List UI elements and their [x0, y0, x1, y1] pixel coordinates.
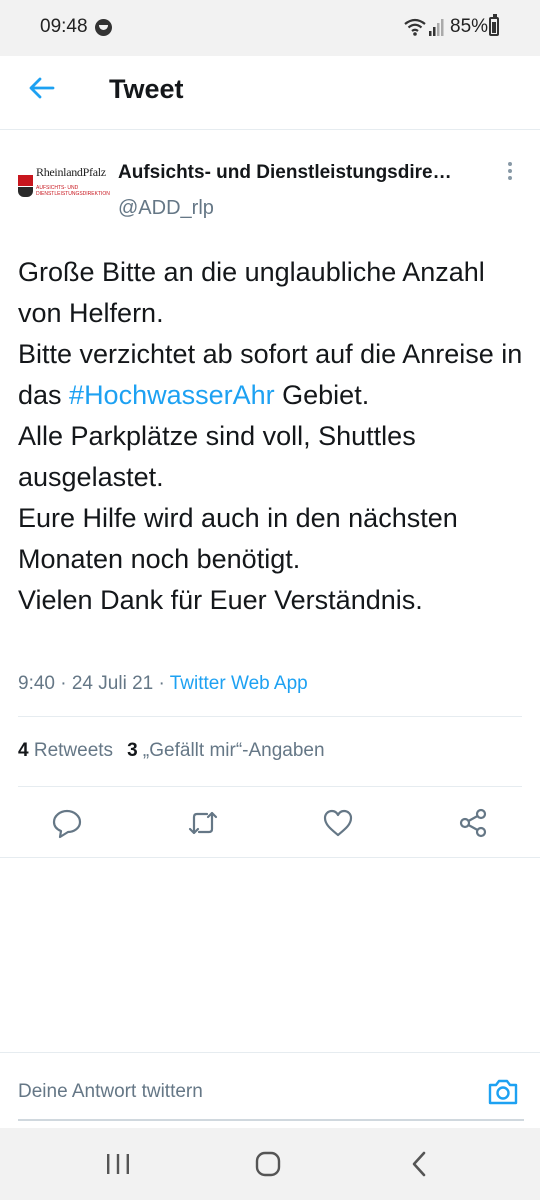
back-arrow-icon[interactable] [26, 72, 58, 104]
camera-icon[interactable] [486, 1075, 520, 1109]
avatar[interactable]: RheinlandPfalz AUFSICHTS- UND DIENSTLEIS… [18, 162, 110, 210]
tweet-line: Vielen Dank für Euer Verständnis. [18, 585, 423, 615]
more-options-icon[interactable] [504, 162, 516, 184]
retweet-icon[interactable] [187, 807, 219, 839]
battery-level: 85% [450, 16, 489, 37]
tweet-source-link[interactable]: Twitter Web App [170, 673, 308, 694]
reply-composer: Deine Antwort twittern [0, 1052, 540, 1128]
tweet-line-part: Gebiet. [274, 380, 370, 410]
heart-icon[interactable] [322, 807, 354, 839]
tweet-text: Große Bitte an die unglaubliche Anzahl v… [18, 252, 528, 621]
retweet-label: Retweets [33, 740, 114, 761]
hashtag-link[interactable]: #HochwasserAhr [69, 380, 275, 410]
status-time: 09:48 [40, 16, 88, 37]
coat-of-arms-icon [18, 175, 33, 197]
tweet-line: Eure Hilfe wird auch in den nächsten Mon… [18, 503, 458, 574]
tweet-line: Alle Parkplätze sind voll, Shuttles ausg… [18, 421, 416, 492]
reply-input-underline [18, 1119, 524, 1121]
tweet-meta: 9:40 · 24 Juli 21 · Twitter Web App [18, 673, 308, 695]
system-nav-bar [0, 1128, 540, 1200]
page-title: Tweet [109, 74, 184, 104]
status-bar: 09:48 85% [0, 0, 540, 56]
logo-subtitle: AUFSICHTS- UND DIENSTLEISTUNGSDIREKTION [36, 185, 110, 197]
comment-icon[interactable] [51, 807, 83, 839]
likes-stat[interactable]: 3 „Gefällt mir“-Angaben [127, 740, 324, 761]
signal-icon [429, 19, 444, 36]
tweet-line: Große Bitte an die unglaubliche Anzahl v… [18, 257, 485, 328]
logo-wordmark: RheinlandPfalz [36, 165, 106, 179]
battery-icon [489, 14, 499, 36]
notification-icon [95, 19, 112, 36]
top-app-bar: Tweet [0, 56, 540, 130]
retweet-count: 4 [18, 740, 29, 761]
back-icon[interactable] [405, 1150, 435, 1178]
wifi-icon [404, 18, 426, 36]
reply-input[interactable]: Deine Antwort twittern [18, 1081, 203, 1103]
tweet-line: Bitte verzichtet ab sofort auf die Anrei… [18, 334, 528, 416]
tweet-stats: 4 Retweets 3 „Gefällt mir“-Angaben [18, 740, 325, 762]
like-label: „Gefällt mir“-Angaben [142, 740, 325, 761]
retweets-stat[interactable]: 4 Retweets [18, 740, 113, 761]
divider [0, 857, 540, 858]
tweet-actions [0, 787, 540, 857]
recent-apps-icon[interactable] [103, 1150, 133, 1178]
like-count: 3 [127, 740, 138, 761]
share-icon[interactable] [457, 807, 489, 839]
author-name[interactable]: Aufsichts- und Dienstleistungsdire… [118, 162, 488, 184]
divider [18, 716, 522, 717]
tweet-timestamp: 9:40 · 24 Juli 21 · [18, 673, 170, 694]
author-handle[interactable]: @ADD_rlp [118, 197, 214, 220]
home-icon[interactable] [253, 1150, 283, 1178]
